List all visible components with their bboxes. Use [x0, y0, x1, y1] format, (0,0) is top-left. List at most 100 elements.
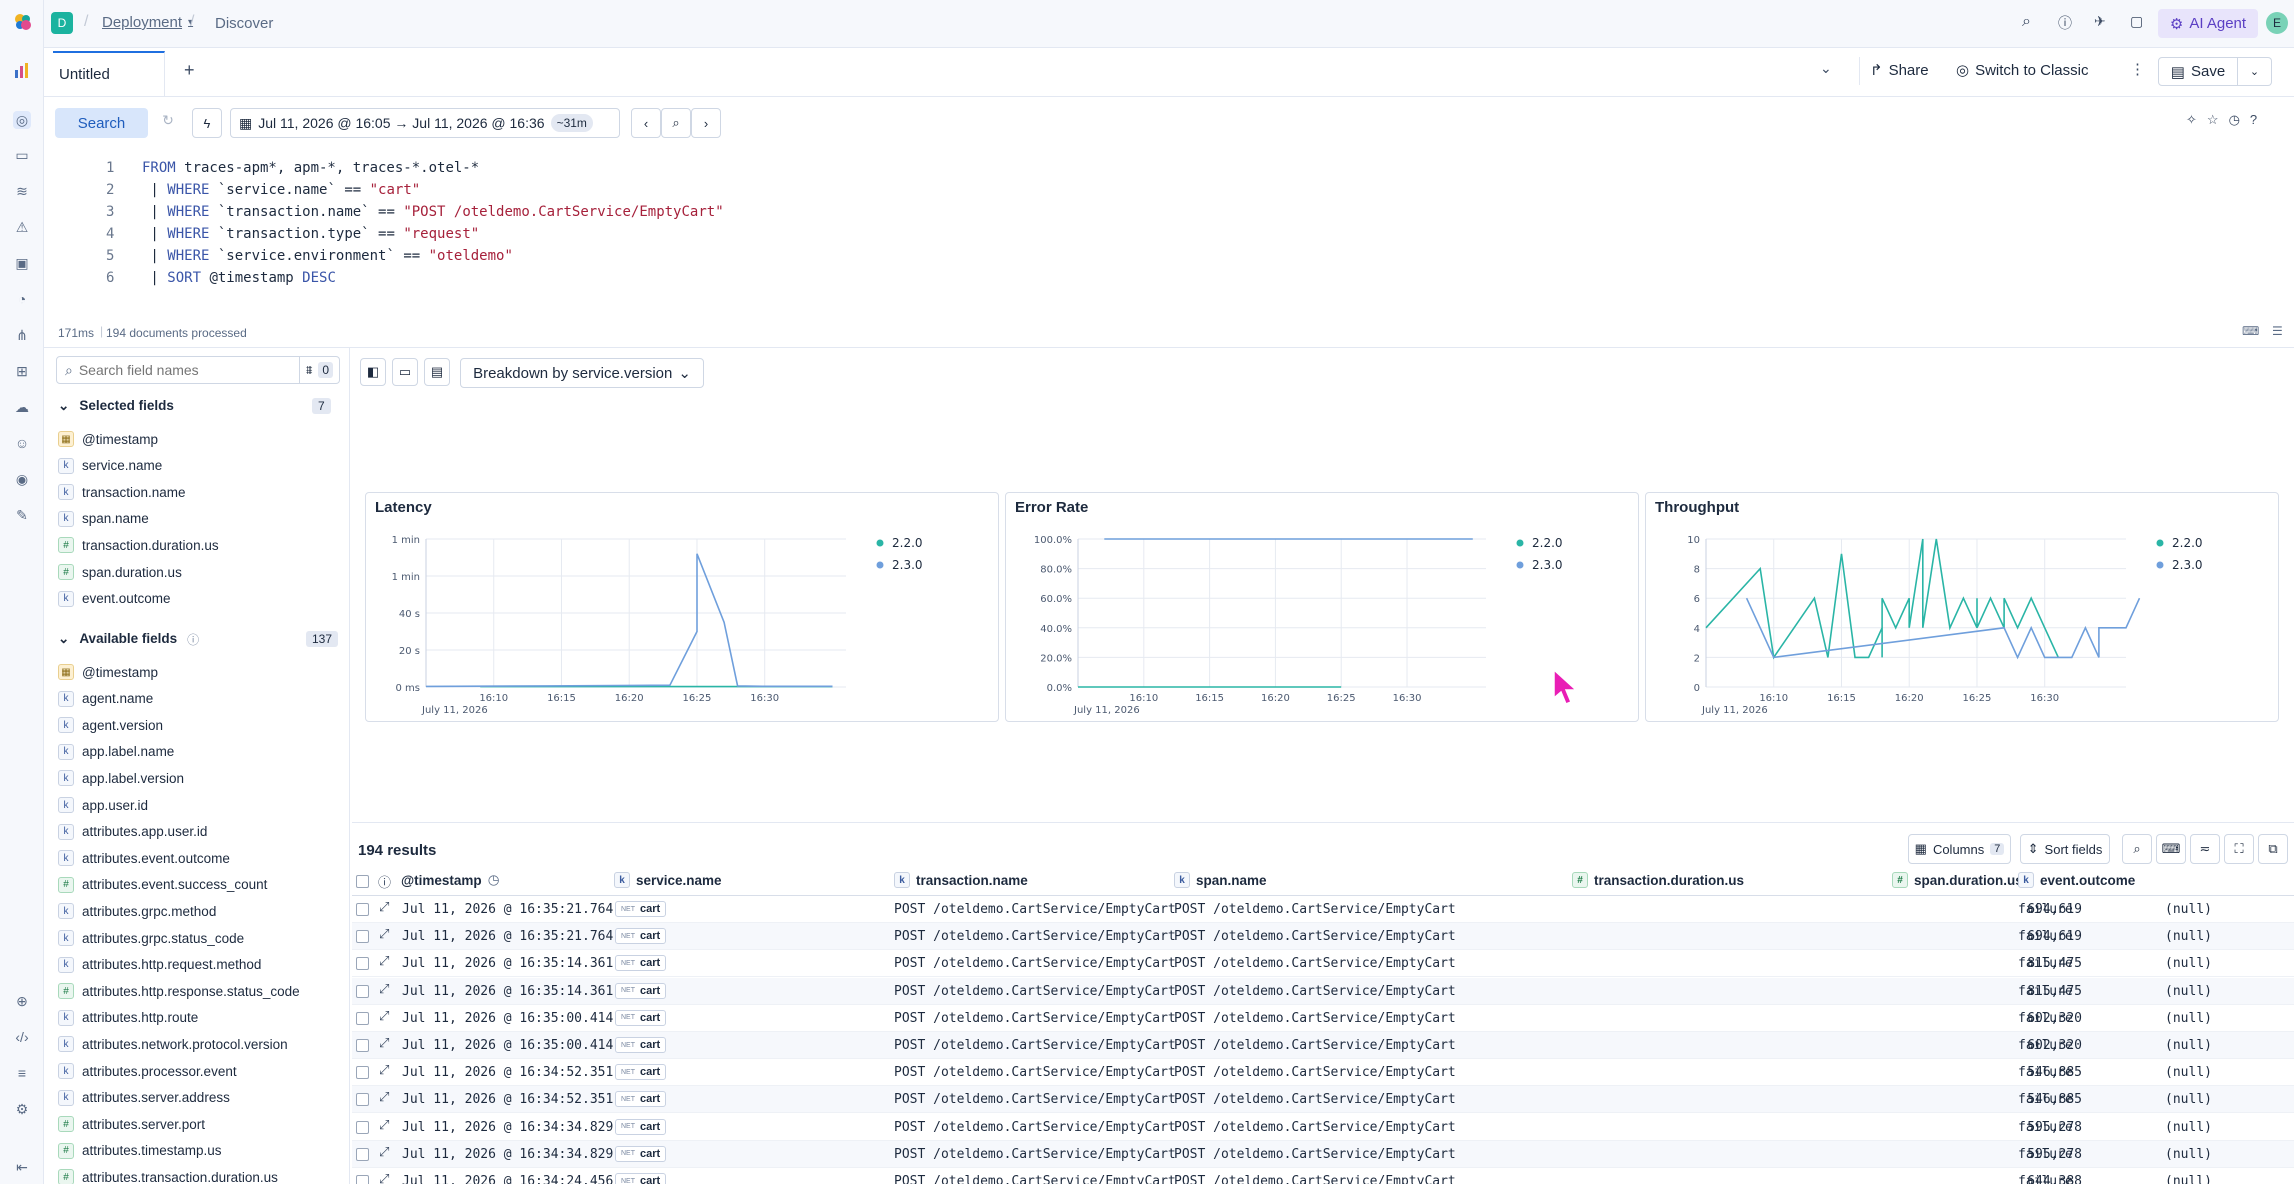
columns-button[interactable]: ▦ Columns 7 — [1908, 834, 2011, 864]
field-item[interactable]: k app.label.name — [58, 740, 174, 764]
settings-list-icon[interactable]: ☰ — [2272, 324, 2283, 338]
field-item[interactable]: # attributes.http.response.status_code — [58, 979, 300, 1003]
table-row[interactable]: ⤢ Jul 11, 2026 @ 16:34:52.351 NET cart POST … — [352, 1059, 2294, 1087]
streams-icon[interactable]: ≋ — [13, 182, 31, 200]
fullscreen-icon[interactable]: ⛶ — [2224, 834, 2254, 864]
sort-fields-button[interactable]: ⇕ Sort fields — [2020, 834, 2110, 864]
column-header-span-duration[interactable]: # span.duration.us — [1892, 872, 2023, 888]
expand-row-icon[interactable]: ⤢ — [379, 1009, 389, 1024]
table-row[interactable]: ⤢ Jul 11, 2026 @ 16:34:52.351 NET cart POST … — [352, 1086, 2294, 1114]
column-header-span-name[interactable]: k span.name — [1174, 872, 1267, 888]
field-item[interactable]: k attributes.grpc.method — [58, 899, 216, 923]
legend-label[interactable]: 2.2.0 — [892, 536, 923, 550]
field-item[interactable]: k attributes.processor.event — [58, 1059, 237, 1083]
switch-to-classic-button[interactable]: ◎ Switch to Classic — [1956, 61, 2088, 80]
save-options-chevron-icon[interactable]: ⌄ — [2238, 57, 2272, 86]
field-item[interactable]: k attributes.http.request.method — [58, 953, 261, 977]
alerts-icon[interactable]: ⚠ — [13, 218, 31, 236]
add-integrations-icon[interactable]: ⊕ — [13, 992, 31, 1010]
row-checkbox[interactable] — [356, 957, 369, 971]
tab-untitled[interactable]: Untitled — [53, 51, 165, 97]
more-options-icon[interactable]: ⋮ — [2130, 60, 2145, 78]
row-checkbox[interactable] — [356, 1093, 369, 1107]
search-field-names[interactable]: ⌕ — [56, 356, 300, 384]
expand-row-icon[interactable]: ⤢ — [379, 900, 389, 915]
service-badge[interactable]: NET cart — [615, 1037, 667, 1053]
field-item[interactable]: k app.user.id — [58, 793, 148, 817]
infrastructure-icon[interactable]: ☁ — [13, 398, 31, 416]
robot-icon[interactable]: ☺ — [13, 434, 31, 452]
search-field-input[interactable] — [78, 362, 279, 378]
search-icon[interactable]: ⌕ — [2022, 13, 2031, 31]
field-item[interactable]: k attributes.event.outcome — [58, 846, 230, 870]
field-item[interactable]: k attributes.app.user.id — [58, 820, 207, 844]
search-button[interactable]: Search — [55, 108, 148, 138]
star-icon[interactable]: ☆ — [2207, 112, 2229, 127]
field-item[interactable]: # attributes.timestamp.us — [58, 1139, 222, 1163]
field-item[interactable]: ▦ @timestamp — [58, 427, 158, 451]
legend-label[interactable]: 2.3.0 — [892, 558, 923, 572]
display-settings-icon[interactable]: ≂ — [2190, 834, 2220, 864]
table-row[interactable]: ⤢ Jul 11, 2026 @ 16:35:21.764 NET cart POST … — [352, 896, 2294, 923]
discover-icon[interactable]: ◎ — [13, 111, 31, 129]
data-management-icon[interactable]: ≡ — [13, 1064, 31, 1082]
toggle-chart-icon[interactable]: ▭ — [392, 358, 418, 386]
field-item[interactable]: k app.label.version — [58, 766, 184, 790]
field-item[interactable]: k attributes.server.address — [58, 1086, 230, 1110]
table-row[interactable]: ⤢ Jul 11, 2026 @ 16:35:00.414 NET cart POST … — [352, 1032, 2294, 1059]
date-picker[interactable]: ▦ Jul 11, 2026 @ 16:05 → Jul 11, 2026 @ … — [230, 108, 620, 138]
service-badge[interactable]: NET cart — [615, 1091, 667, 1108]
table-row[interactable]: ⤢ Jul 11, 2026 @ 16:35:14.361 NET cart POST … — [352, 950, 2294, 978]
expand-row-icon[interactable]: ⤢ — [379, 1118, 389, 1133]
help-icon[interactable]: ⓘ — [2058, 13, 2072, 33]
table-row[interactable]: ⤢ Jul 11, 2026 @ 16:34:34.829 NET cart POST … — [352, 1114, 2294, 1141]
service-badge[interactable]: NET cart — [615, 982, 667, 999]
prev-range-icon[interactable]: ‹ — [631, 108, 661, 138]
row-checkbox[interactable] — [356, 1175, 369, 1184]
column-header-timestamp[interactable]: @timestamp ◷ — [401, 872, 499, 888]
info-icon[interactable]: ⓘ — [187, 631, 199, 648]
quick-query-icon[interactable]: ϟ — [192, 108, 222, 138]
slo-icon[interactable]: ◔ — [13, 290, 31, 308]
table-row[interactable]: ⤢ Jul 11, 2026 @ 16:34:24.456 NET cart POST … — [352, 1168, 2294, 1184]
compare-icon[interactable]: ⧉ — [2258, 834, 2288, 864]
row-checkbox[interactable] — [356, 903, 369, 916]
field-item[interactable]: k event.outcome — [58, 587, 171, 611]
dev-tools-icon[interactable]: ‹/› — [13, 1028, 31, 1046]
field-item[interactable]: k agent.name — [58, 687, 153, 711]
share-button[interactable]: ↱ Share — [1870, 61, 1929, 80]
select-all-checkbox[interactable] — [356, 875, 369, 888]
save-button[interactable]: ▤ Save — [2158, 57, 2238, 86]
cases-icon[interactable]: ▣ — [13, 254, 31, 272]
field-item[interactable]: # attributes.event.success_count — [58, 873, 267, 897]
column-header-event-outcome[interactable]: k event.outcome — [2018, 872, 2135, 888]
breadcrumb-deployment[interactable]: Deployment ▾ — [102, 14, 193, 31]
service-badge[interactable]: NET cart — [615, 1145, 667, 1162]
field-item[interactable]: k service.name — [58, 454, 162, 478]
logs-icon[interactable]: ▭ — [13, 146, 31, 164]
field-item[interactable]: # transaction.duration.us — [58, 533, 219, 557]
settings-gear-icon[interactable]: ⚙ — [13, 1100, 31, 1118]
service-badge[interactable]: NET cart — [615, 1009, 667, 1026]
service-badge[interactable]: NET cart — [615, 1064, 667, 1081]
keyboard-icon[interactable]: ⌨ — [2242, 324, 2259, 338]
expand-row-icon[interactable]: ⤢ — [379, 1036, 389, 1051]
legend-label[interactable]: 2.2.0 — [1532, 536, 1563, 550]
next-range-icon[interactable]: › — [691, 108, 721, 138]
field-item[interactable]: # span.duration.us — [58, 560, 182, 584]
toggle-sidebar-icon[interactable]: ◧ — [360, 358, 386, 386]
collapse-nav-icon[interactable]: ⇤ — [13, 1158, 31, 1176]
column-header-service-name[interactable]: k service.name — [614, 872, 722, 888]
zoom-out-icon[interactable]: ⌕ — [661, 108, 691, 138]
expand-row-icon[interactable]: ⤢ — [379, 927, 389, 942]
service-badge[interactable]: NET cart — [615, 901, 667, 917]
service-badge[interactable]: NET cart — [615, 955, 667, 972]
field-item[interactable]: ▦ @timestamp — [58, 660, 158, 684]
keyboard-icon[interactable]: ⌨ — [2156, 834, 2186, 864]
service-map-icon[interactable]: ⋔ — [13, 326, 31, 344]
field-item[interactable]: # attributes.server.port — [58, 1112, 205, 1136]
ai-query-icon[interactable]: ✧ — [2186, 112, 2207, 127]
field-item[interactable]: k agent.version — [58, 713, 163, 737]
expand-row-icon[interactable]: ⤢ — [379, 1063, 389, 1078]
service-badge[interactable]: NET cart — [615, 1173, 667, 1184]
